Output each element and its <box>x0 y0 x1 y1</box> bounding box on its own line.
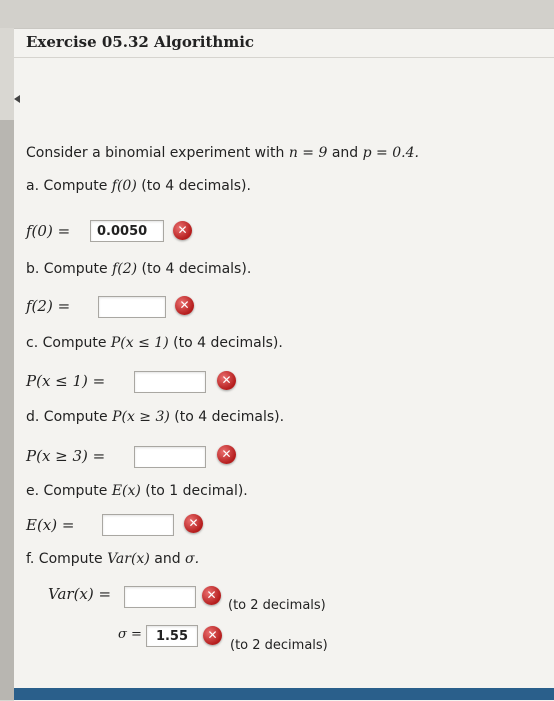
part-e-input[interactable] <box>102 514 174 536</box>
var-label: Var(x) = <box>48 585 112 603</box>
n-expression: n = 9 <box>288 145 328 161</box>
incorrect-icon: ✕ <box>217 371 236 390</box>
part-d-math: P(x ≥ 3) <box>112 409 170 425</box>
part-b-prefix: b. Compute <box>26 261 113 277</box>
part-f-and: and <box>149 551 186 567</box>
problem-intro: Consider a binomial experiment with n = … <box>26 145 419 161</box>
part-f-prompt: f. Compute Var(x) and σ. <box>26 551 199 567</box>
part-b-input[interactable] <box>98 296 166 318</box>
sigma-label: σ = <box>118 627 142 642</box>
intro-and: and <box>327 145 363 161</box>
top-bar <box>0 0 554 28</box>
part-b-prompt: b. Compute f(2) (to 4 decimals). <box>26 261 251 277</box>
part-b-suffix: (to 4 decimals). <box>137 261 252 277</box>
bottom-bar <box>14 688 554 700</box>
part-f-sigma-math: σ. <box>185 551 200 567</box>
part-e-prefix: e. Compute <box>26 483 112 499</box>
part-e-suffix: (to 1 decimal). <box>140 483 248 499</box>
incorrect-icon: ✕ <box>203 626 222 645</box>
part-d-input[interactable] <box>134 446 206 468</box>
part-d-prompt: d. Compute P(x ≥ 3) (to 4 decimals). <box>26 409 284 425</box>
p-expression: p = 0.4. <box>362 145 419 161</box>
part-d-prefix: d. Compute <box>26 409 113 425</box>
incorrect-icon: ✕ <box>184 514 203 533</box>
part-f-prefix: f. Compute <box>26 551 108 567</box>
part-a-prefix: a. Compute <box>26 178 112 194</box>
part-c-label: P(x ≤ 1) = <box>26 372 106 390</box>
question-content: Consider a binomial experiment with n = … <box>14 29 554 701</box>
part-c-suffix: (to 4 decimals). <box>168 335 283 351</box>
incorrect-icon: ✕ <box>173 221 192 240</box>
part-b-label: f(2) = <box>26 297 71 315</box>
part-e-label: E(x) = <box>26 516 75 534</box>
part-a-label: f(0) = <box>26 222 71 240</box>
incorrect-icon: ✕ <box>175 296 194 315</box>
exercise-panel: Exercise 05.32 Algorithmic Consider a bi… <box>14 28 554 701</box>
part-c-prompt: c. Compute P(x ≤ 1) (to 4 decimals). <box>26 335 283 351</box>
var-input[interactable] <box>124 586 196 608</box>
part-e-math: E(x) <box>111 483 141 499</box>
part-c-input[interactable] <box>134 371 206 393</box>
part-a-prompt: a. Compute f(0) (to 4 decimals). <box>26 178 251 194</box>
part-a-input[interactable]: 0.0050 <box>90 220 164 242</box>
sigma-input[interactable]: 1.55 <box>146 625 198 647</box>
left-gutter <box>0 120 14 700</box>
incorrect-icon: ✕ <box>202 586 221 605</box>
part-f-var-math: Var(x) <box>107 551 150 567</box>
sigma-precision-note: (to 2 decimals) <box>230 638 328 653</box>
incorrect-icon: ✕ <box>217 445 236 464</box>
part-d-label: P(x ≥ 3) = <box>26 447 106 465</box>
part-c-math: P(x ≤ 1) <box>110 335 169 351</box>
part-d-suffix: (to 4 decimals). <box>169 409 285 425</box>
part-b-math: f(2) <box>112 261 138 277</box>
part-c-prefix: c. Compute <box>26 335 111 351</box>
part-e-prompt: e. Compute E(x) (to 1 decimal). <box>26 483 248 499</box>
intro-text: Consider a binomial experiment with <box>26 145 289 161</box>
var-precision-note: (to 2 decimals) <box>228 598 326 613</box>
part-a-math: f(0) <box>111 178 137 194</box>
part-a-suffix: (to 4 decimals). <box>136 178 251 194</box>
